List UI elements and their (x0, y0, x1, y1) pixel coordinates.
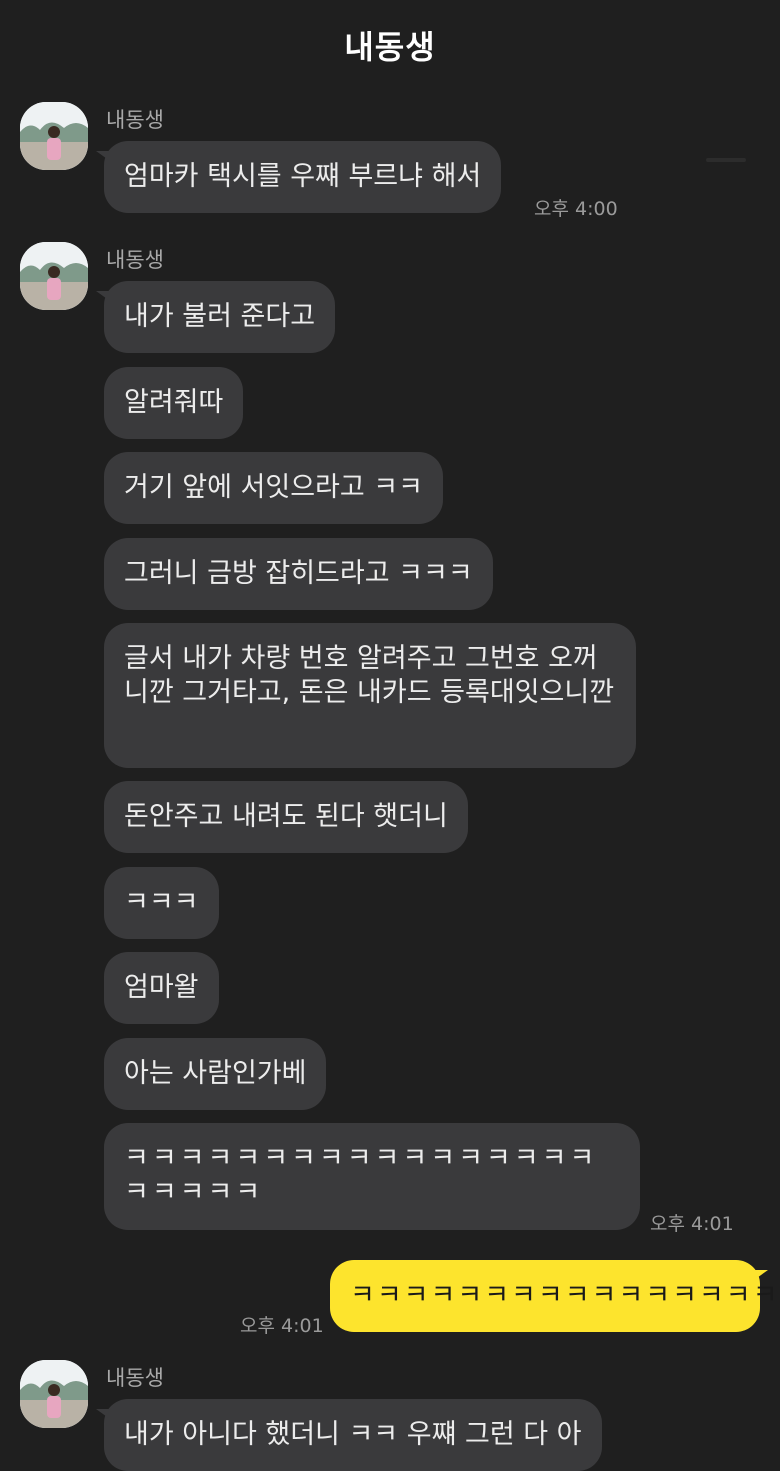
scroll-indicator (706, 158, 746, 162)
message-bubble[interactable]: ㅋㅋㅋ (104, 867, 219, 939)
message-bubble[interactable]: 알려줘따 (104, 367, 244, 439)
sender-avatar[interactable] (20, 242, 88, 310)
sender-avatar[interactable] (20, 1360, 88, 1428)
message-bubble[interactable]: 그러니 금방 잡히드라고 ㅋㅋㅋ (104, 538, 493, 610)
message-bubble[interactable]: 아는 사람인가베 (104, 1038, 327, 1110)
sender-avatar[interactable] (20, 102, 88, 170)
my-message-time: 오후 4:01 (240, 1315, 324, 1337)
chat-title: 내동생 (344, 28, 436, 66)
sender-name: 내동생 (106, 108, 164, 132)
message-bubble[interactable]: 돈안주고 내려도 된다 햇더니 (104, 781, 468, 853)
message-time: 오후 4:00 (534, 198, 618, 220)
message-bubble[interactable]: 내가 불러 준다고 (95, 281, 336, 353)
message-bubble[interactable]: 거기 앞에 서잇으라고 ㅋㅋ (104, 452, 443, 524)
sender-name: 내동생 (106, 1366, 164, 1390)
message-bubble[interactable]: 내가 아니다 했더니 ㅋㅋ 우쨰 그런 다 아 (96, 1399, 602, 1471)
message-bubble[interactable]: 엄마왈 (104, 952, 219, 1024)
my-message-bubble[interactable]: ㅋㅋㅋㅋㅋㅋㅋㅋㅋㅋㅋㅋㅋㅋㅋㅋ (330, 1260, 777, 1332)
message-bubble[interactable]: 글서 내가 차량 번호 알려주고 그번호 오꺼니깐 그거타고, 돈은 내카드 등… (104, 623, 636, 768)
message-bubble[interactable]: 엄마카 택시를 우쨰 부르냐 해서 (95, 141, 502, 213)
chat-header: 내동생 (0, 0, 780, 88)
message-time: 오후 4:01 (650, 1213, 734, 1235)
message-bubble[interactable]: ㅋㅋㅋㅋㅋㅋㅋㅋㅋㅋㅋㅋㅋㅋㅋㅋㅋㅋㅋㅋㅋㅋ (104, 1123, 640, 1230)
sender-name: 내동생 (106, 248, 164, 272)
